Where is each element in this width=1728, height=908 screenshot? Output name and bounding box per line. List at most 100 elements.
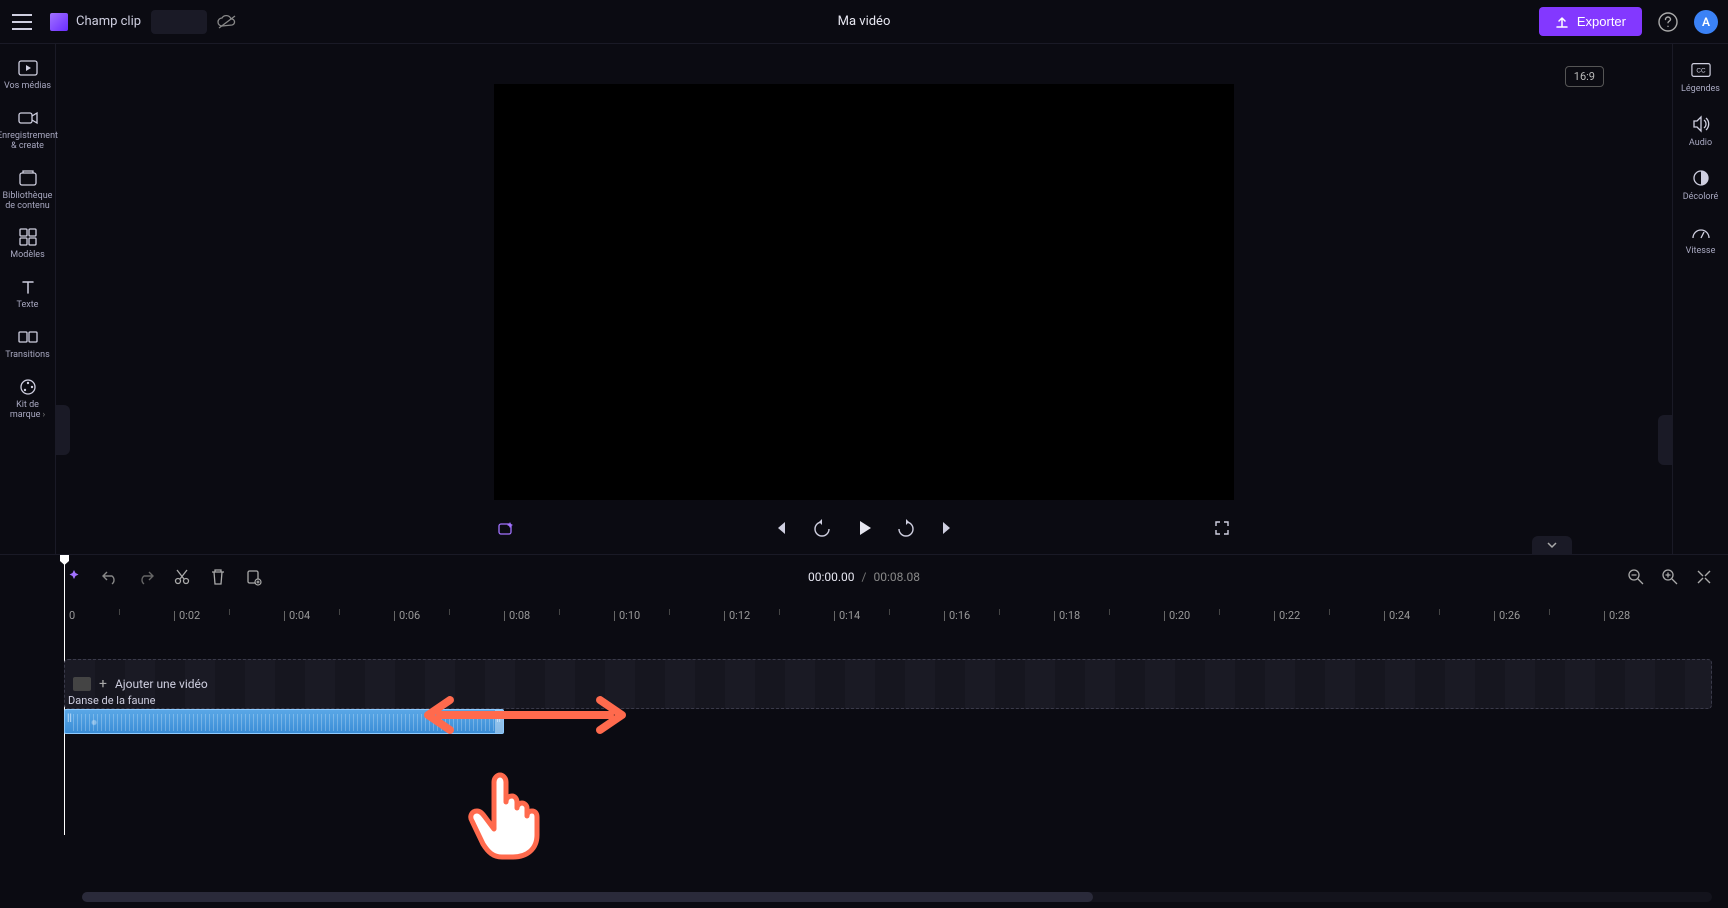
clipchamp-logo-icon bbox=[50, 13, 68, 31]
export-button[interactable]: Exporter bbox=[1539, 7, 1642, 36]
skip-end-icon[interactable] bbox=[936, 516, 960, 540]
templates-icon bbox=[18, 227, 38, 247]
ruler-minor-tick bbox=[449, 609, 450, 615]
sidebar-item-text[interactable]: Texte bbox=[0, 269, 56, 319]
audio-track: Danse de la faune bbox=[64, 709, 1712, 734]
zoom-in-icon[interactable] bbox=[1660, 567, 1680, 587]
ruler-minor-tick bbox=[999, 609, 1000, 615]
undo-icon[interactable] bbox=[100, 567, 120, 587]
help-icon[interactable] bbox=[1656, 10, 1680, 34]
tracks-container: + Ajouter une vidéo Danse de la faune bbox=[64, 659, 1712, 734]
ruler-minor-tick bbox=[1439, 609, 1440, 615]
sidebar-item-fade[interactable]: Décoloré bbox=[1673, 158, 1728, 212]
ruler-tick: 0:14 bbox=[834, 609, 860, 622]
timeline-timecode: 00:00.00 / 00:08.08 bbox=[808, 570, 920, 584]
waveform-icon bbox=[73, 714, 495, 731]
zoom-out-icon[interactable] bbox=[1626, 567, 1646, 587]
sidebar-item-label: Vos médias bbox=[4, 82, 51, 92]
audio-clip-title: Danse de la faune bbox=[68, 694, 155, 707]
play-icon[interactable] bbox=[852, 516, 876, 540]
clip-field-label: Champ clip bbox=[76, 14, 141, 29]
speaker-icon bbox=[1691, 114, 1711, 134]
sidebar-item-content-lib[interactable]: Bibliothèque de contenu bbox=[0, 160, 56, 220]
ruler-tick: 0:06 bbox=[394, 609, 420, 622]
ruler-minor-tick bbox=[119, 609, 120, 615]
time-separator: / bbox=[862, 570, 867, 584]
transitions-icon bbox=[18, 327, 38, 347]
split-scissors-icon[interactable] bbox=[172, 567, 192, 587]
fullscreen-icon[interactable] bbox=[1210, 516, 1234, 540]
duplicate-icon[interactable] bbox=[244, 567, 264, 587]
aspect-ratio-selector[interactable]: 16:9 bbox=[1565, 66, 1604, 87]
scrollbar-thumb[interactable] bbox=[82, 892, 1093, 902]
ruler-tick: 0:12 bbox=[724, 609, 750, 622]
timeline-ruler[interactable]: 00:020:040:060:080:100:120:140:160:180:2… bbox=[64, 599, 1712, 629]
ruler-minor-tick bbox=[1219, 609, 1220, 615]
clip-name-input[interactable] bbox=[151, 10, 207, 34]
svg-text:CC: CC bbox=[1696, 68, 1706, 75]
ruler-tick: 0:28 bbox=[1604, 609, 1630, 622]
ruler-tick: 0:02 bbox=[174, 609, 200, 622]
sidebar-item-your-media[interactable]: Vos médias bbox=[0, 50, 56, 100]
timeline: 00:00.00 / 00:08.08 00:020:040:060:080:1… bbox=[0, 554, 1728, 908]
sidebar-item-audio[interactable]: Audio bbox=[1673, 104, 1728, 158]
brandkit-icon bbox=[18, 377, 38, 397]
timeline-scrollbar[interactable] bbox=[82, 892, 1712, 902]
sidebar-item-label: Vitesse bbox=[1686, 246, 1716, 256]
sidebar-item-captions[interactable]: CC Légendes bbox=[1673, 50, 1728, 104]
sidebar-item-label: Enregistrement & create bbox=[0, 132, 58, 152]
current-time: 00:00.00 bbox=[808, 570, 855, 584]
ruler-tick: 0 bbox=[64, 609, 75, 622]
ruler-minor-tick bbox=[669, 609, 670, 615]
project-title[interactable]: Ma vidéo bbox=[838, 14, 891, 29]
redo-icon[interactable] bbox=[136, 567, 156, 587]
chevron-right-icon: › bbox=[42, 410, 45, 420]
sidebar-item-templates[interactable]: Modèles bbox=[0, 219, 56, 269]
playback-controls bbox=[494, 516, 1234, 540]
export-button-label: Exporter bbox=[1577, 14, 1626, 29]
text-icon bbox=[18, 277, 38, 297]
timeline-collapse-chevron-icon[interactable] bbox=[1532, 536, 1572, 554]
sidebar-item-label: Kit de marque› bbox=[2, 401, 54, 421]
magic-suggest-icon[interactable] bbox=[64, 567, 84, 587]
ruler-minor-tick bbox=[1329, 609, 1330, 615]
hamburger-menu-icon[interactable] bbox=[10, 10, 34, 34]
left-sidebar: Vos médias Enregistrement & create Bibli… bbox=[0, 44, 56, 554]
ruler-tick: 0:26 bbox=[1494, 609, 1520, 622]
sidebar-item-record-create[interactable]: Enregistrement & create bbox=[0, 100, 56, 160]
library-icon bbox=[18, 168, 38, 188]
timeline-toolbar: 00:00.00 / 00:08.08 bbox=[0, 555, 1728, 599]
cc-icon: CC bbox=[1691, 60, 1711, 80]
video-canvas[interactable] bbox=[494, 84, 1234, 500]
video-track-label: Ajouter une vidéo bbox=[115, 677, 208, 691]
forward-10-icon[interactable] bbox=[894, 516, 918, 540]
gauge-icon bbox=[1691, 222, 1711, 242]
right-panel-collapse-handle[interactable] bbox=[1658, 415, 1672, 465]
ruler-minor-tick bbox=[559, 609, 560, 615]
sidebar-item-speed[interactable]: Vitesse bbox=[1673, 212, 1728, 266]
video-thumb-icon bbox=[73, 677, 91, 691]
audio-clip[interactable] bbox=[64, 709, 504, 734]
sidebar-item-label: Décoloré bbox=[1683, 192, 1719, 202]
sidebar-item-label: Texte bbox=[17, 301, 39, 311]
ruler-tick: 0:20 bbox=[1164, 609, 1190, 622]
ruler-tick: 0:08 bbox=[504, 609, 530, 622]
magic-tools-icon[interactable] bbox=[494, 516, 518, 540]
ruler-minor-tick bbox=[339, 609, 340, 615]
ruler-minor-tick bbox=[1549, 609, 1550, 615]
offline-cloud-icon bbox=[217, 12, 237, 32]
sidebar-item-transitions[interactable]: Transitions bbox=[0, 319, 56, 369]
skip-start-icon[interactable] bbox=[768, 516, 792, 540]
sidebar-item-brand-kit[interactable]: Kit de marque› bbox=[0, 369, 56, 429]
upload-icon bbox=[1555, 15, 1569, 29]
fit-timeline-icon[interactable] bbox=[1694, 567, 1714, 587]
ruler-minor-tick bbox=[1109, 609, 1110, 615]
circle-half-icon bbox=[1691, 168, 1711, 188]
audio-clip-trim-handle[interactable] bbox=[495, 710, 503, 733]
rewind-10-icon[interactable] bbox=[810, 516, 834, 540]
plus-icon: + bbox=[99, 676, 107, 692]
video-track-placeholder[interactable]: + Ajouter une vidéo bbox=[64, 659, 1712, 709]
sidebar-item-label: Légendes bbox=[1681, 84, 1720, 94]
user-avatar[interactable]: A bbox=[1694, 10, 1718, 34]
delete-icon[interactable] bbox=[208, 567, 228, 587]
